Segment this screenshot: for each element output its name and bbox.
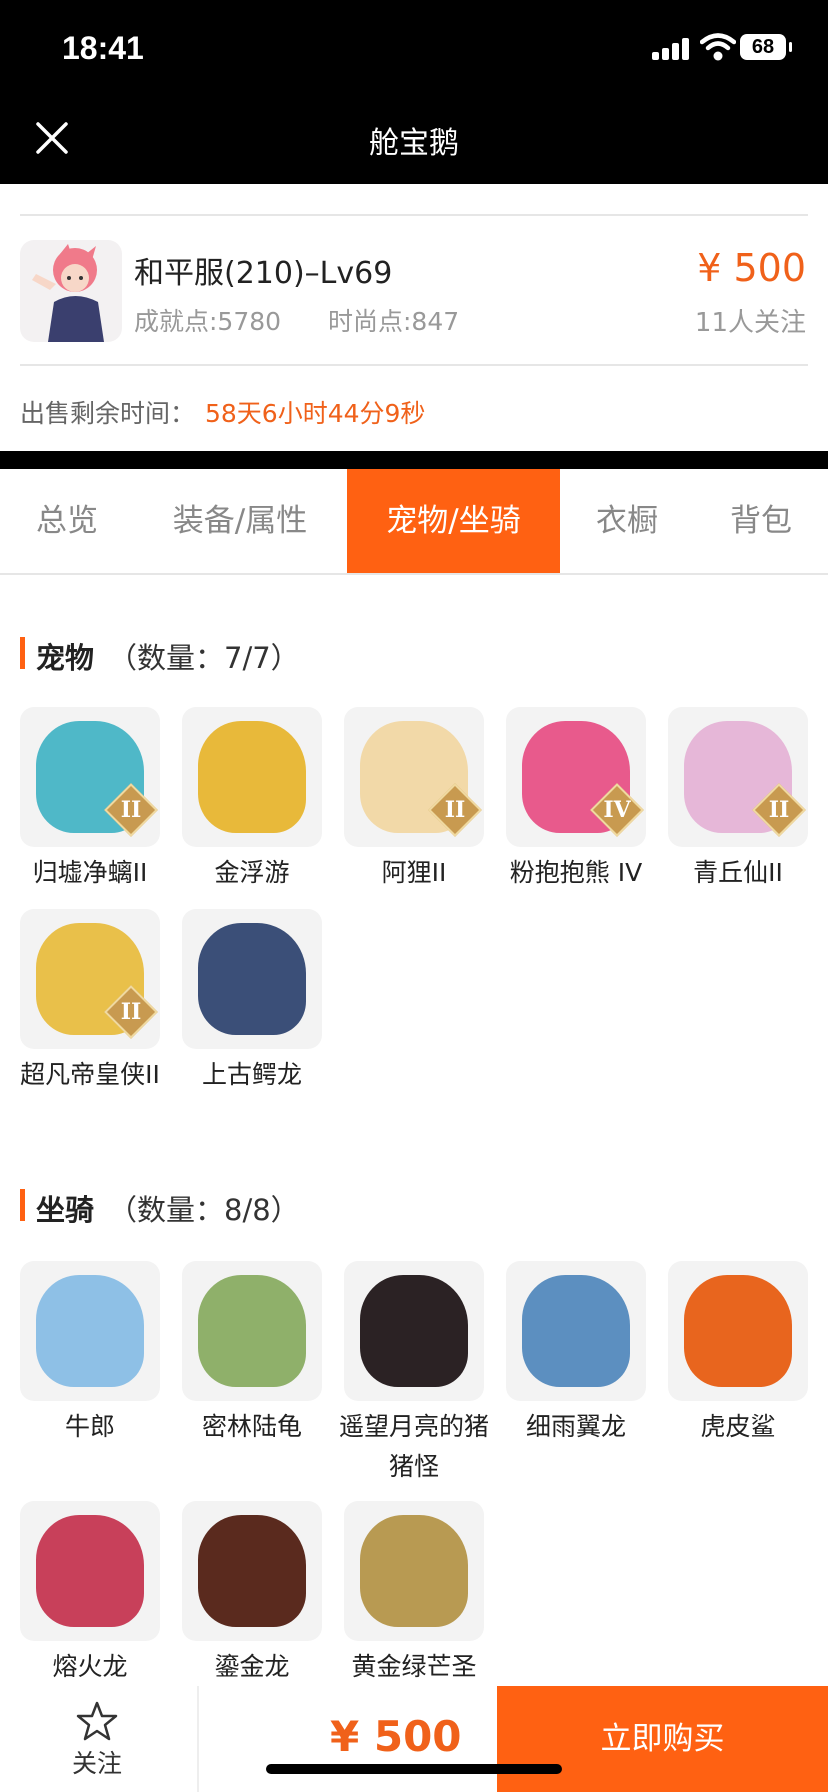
follow-button[interactable]: 关注 <box>72 1744 122 1780</box>
mount-name: 熔火龙 <box>52 1652 128 1681</box>
tab-pets-mounts[interactable]: 宠物/坐骑 <box>347 469 560 573</box>
cellular-signal-icon <box>652 36 692 60</box>
follower-count: 11人关注 <box>694 308 806 338</box>
grade-text: II <box>768 797 790 823</box>
mount-name: 遥望月亮的猪猪怪 <box>338 1412 489 1481</box>
divider <box>197 1686 199 1792</box>
mount-image <box>522 1275 630 1387</box>
pet-thumbnail[interactable]: IV <box>506 707 646 847</box>
grade-text: II <box>120 999 142 1025</box>
tab-bar: 总览 装备/属性 宠物/坐骑 衣橱 背包 <box>0 469 828 575</box>
mount-thumbnail[interactable] <box>182 1501 322 1641</box>
divider <box>20 214 808 216</box>
wifi-icon <box>700 33 736 61</box>
pet-image <box>198 923 306 1035</box>
battery-icon: 68 <box>740 34 792 60</box>
pet-name: 归墟净螭II <box>32 858 148 887</box>
bottom-action-bar: 关注 ¥ 500 立即购买 <box>0 1686 828 1792</box>
pet-image <box>198 721 306 833</box>
mount-name: 密林陆龟 <box>201 1412 302 1441</box>
mount-thumbnail[interactable] <box>344 1261 484 1401</box>
mount-thumbnail[interactable] <box>344 1501 484 1641</box>
pets-title: 宠物 <box>36 641 95 675</box>
mount-image <box>36 1275 144 1387</box>
bottom-price: ¥ 500 <box>330 1712 462 1761</box>
mount-image <box>684 1275 792 1387</box>
pet-name: 金浮游 <box>214 858 290 887</box>
page-title: 舱宝鹅 <box>369 126 459 161</box>
fashion-points: 时尚点:847 <box>328 307 460 336</box>
tab-wardrobe[interactable]: 衣橱 <box>580 469 674 573</box>
pet-thumbnail[interactable]: II <box>20 707 160 847</box>
buy-now-button[interactable]: 立即购买 <box>497 1686 828 1792</box>
pet-thumbnail[interactable] <box>182 707 322 847</box>
server-level: 和平服(210)–Lv69 <box>134 256 393 291</box>
mount-image <box>198 1515 306 1627</box>
pet-thumbnail[interactable] <box>182 909 322 1049</box>
mount-name: 黄金绿芒圣 <box>351 1652 477 1681</box>
mount-image <box>360 1275 468 1387</box>
tab-overview[interactable]: 总览 <box>0 469 134 573</box>
mount-image <box>360 1515 468 1627</box>
mount-thumbnail[interactable] <box>20 1261 160 1401</box>
mounts-count: （数量：8/8） <box>108 1193 300 1227</box>
tab-backpack[interactable]: 背包 <box>714 469 808 573</box>
pet-name: 粉抱抱熊 IV <box>509 858 643 887</box>
sale-time-label: 出售剩余时间： <box>20 399 196 428</box>
pet-thumbnail[interactable]: II <box>20 909 160 1049</box>
pet-name: 阿狸II <box>381 858 447 887</box>
character-avatar <box>20 240 122 342</box>
mount-name: 鎏金龙 <box>214 1652 290 1681</box>
grade-text: IV <box>603 797 631 823</box>
nav-bar: 舱宝鹅 <box>0 96 828 184</box>
mount-image <box>36 1515 144 1627</box>
mount-image <box>198 1275 306 1387</box>
pet-thumbnail[interactable]: II <box>668 707 808 847</box>
star-icon[interactable] <box>76 1700 118 1742</box>
mount-name: 虎皮鲨 <box>700 1412 776 1441</box>
mount-thumbnail[interactable] <box>182 1261 322 1401</box>
divider <box>20 364 808 366</box>
sale-time-remaining: 58天6小时44分9秒 <box>205 399 426 428</box>
pet-thumbnail[interactable]: II <box>344 707 484 847</box>
listing-price: ¥ 500 <box>697 246 806 290</box>
status-bar: 18:41 68 <box>0 0 828 96</box>
home-indicator <box>266 1764 562 1774</box>
pet-name: 青丘仙II <box>693 858 783 887</box>
mount-thumbnail[interactable] <box>20 1501 160 1641</box>
mount-thumbnail[interactable] <box>668 1261 808 1401</box>
achievement-points: 成就点:5780 <box>134 307 282 336</box>
tab-equipment[interactable]: 装备/属性 <box>150 469 330 573</box>
status-time: 18:41 <box>62 30 144 66</box>
mount-name: 牛郎 <box>64 1412 115 1441</box>
grade-text: II <box>120 797 142 823</box>
mount-name: 细雨翼龙 <box>525 1412 626 1441</box>
mounts-title: 坐骑 <box>36 1193 95 1227</box>
grade-text: II <box>444 797 466 823</box>
section-band <box>0 451 828 469</box>
pet-name: 超凡帝皇侠II <box>20 1060 160 1089</box>
mount-thumbnail[interactable] <box>506 1261 646 1401</box>
pets-count: （数量：7/7） <box>108 641 300 675</box>
pet-name: 上古鳄龙 <box>201 1060 302 1089</box>
